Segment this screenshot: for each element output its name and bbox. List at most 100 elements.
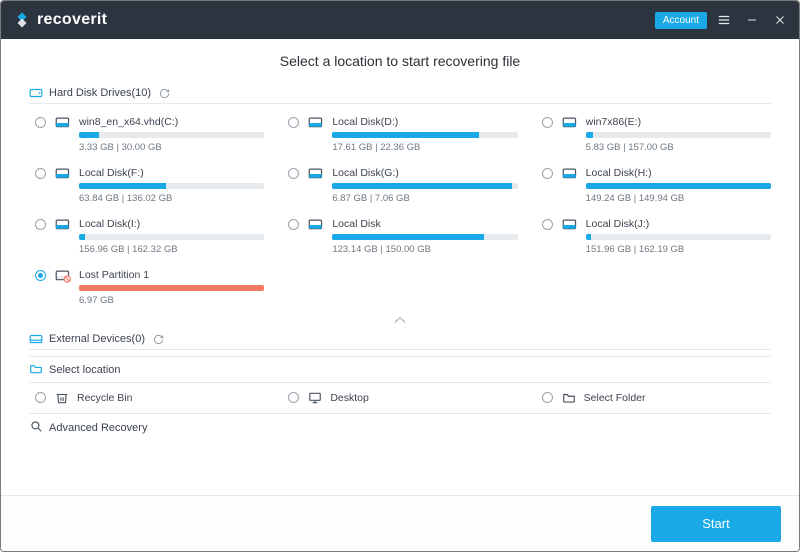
disk-icon	[562, 167, 578, 181]
drive-name: Local Disk	[332, 218, 517, 230]
drive-name: Local Disk(J:)	[586, 218, 771, 230]
app-window: recoverit Account Select a location to s…	[0, 0, 800, 552]
disk-icon	[308, 116, 324, 130]
window-controls	[717, 13, 787, 27]
drive-body: Local Disk(D:)17.61 GB | 22.36 GB	[332, 116, 517, 153]
drive-item[interactable]: Local Disk 123.14 GB | 150.00 GB	[282, 216, 517, 257]
drive-radio[interactable]	[35, 117, 46, 128]
usage-bar	[586, 132, 771, 138]
footer: Start	[1, 495, 799, 551]
close-icon[interactable]	[773, 13, 787, 27]
drive-name: Local Disk(H:)	[586, 167, 771, 179]
usage-bar	[79, 234, 264, 240]
usage-bar	[79, 285, 264, 291]
disk-icon	[55, 167, 71, 181]
disk-icon	[308, 167, 324, 181]
recycle-bin-icon	[55, 391, 69, 405]
drive-radio[interactable]	[542, 168, 553, 179]
drive-body: Local Disk(H:) 149.24 GB | 149.94 GB	[586, 167, 771, 204]
drive-body: Local Disk(G:) 6.87 GB | 7.06 GB	[332, 167, 517, 204]
select-location-item[interactable]: Select Folder	[536, 391, 771, 405]
drive-item[interactable]: Local Disk(D:)17.61 GB | 22.36 GB	[282, 114, 517, 155]
drive-radio[interactable]	[288, 219, 299, 230]
drives-grid: win8_en_x64.vhd(C:) 3.33 GB | 30.00 GB Loc…	[29, 114, 771, 308]
menu-icon[interactable]	[717, 13, 731, 27]
disk-icon	[55, 218, 71, 232]
section-label: Advanced Recovery	[49, 422, 147, 434]
app-logo: recoverit	[13, 11, 107, 29]
start-button[interactable]: Start	[651, 506, 781, 542]
drive-size: 123.14 GB | 150.00 GB	[332, 244, 517, 255]
drive-radio[interactable]	[288, 168, 299, 179]
usage-bar	[586, 234, 771, 240]
drive-item[interactable]: Lost Partition 16.97 GB	[29, 267, 264, 308]
folder-open-icon	[29, 362, 43, 377]
drive-body: Local Disk(F:) 63.84 GB | 136.02 GB	[79, 167, 264, 204]
usage-bar	[332, 132, 517, 138]
titlebar: recoverit Account	[1, 1, 799, 39]
drive-body: Local Disk 123.14 GB | 150.00 GB	[332, 218, 517, 255]
drive-item[interactable]: Local Disk(H:) 149.24 GB | 149.94 GB	[536, 165, 771, 206]
drive-name: win8_en_x64.vhd(C:)	[79, 116, 264, 128]
drive-item[interactable]: Local Disk(G:) 6.87 GB | 7.06 GB	[282, 165, 517, 206]
usage-bar	[79, 183, 264, 189]
drive-body: Local Disk(I:) 156.96 GB | 162.32 GB	[79, 218, 264, 255]
minimize-icon[interactable]	[745, 13, 759, 27]
drive-size: 63.84 GB | 136.02 GB	[79, 193, 264, 204]
drive-item[interactable]: Local Disk(I:) 156.96 GB | 162.32 GB	[29, 216, 264, 257]
usage-bar	[79, 132, 264, 138]
drive-size: 5.83 GB | 157.00 GB	[586, 142, 771, 153]
collapse-caret-icon[interactable]	[29, 314, 771, 329]
section-advanced-recovery[interactable]: Advanced Recovery	[29, 413, 771, 441]
drive-radio[interactable]	[35, 168, 46, 179]
refresh-icon[interactable]	[159, 88, 170, 99]
drive-size: 149.24 GB | 149.94 GB	[586, 193, 771, 204]
drive-body: Lost Partition 16.97 GB	[79, 269, 264, 306]
select-location-item[interactable]: Desktop	[282, 391, 517, 405]
usage-bar	[332, 183, 517, 189]
drive-item[interactable]: win8_en_x64.vhd(C:) 3.33 GB | 30.00 GB	[29, 114, 264, 155]
location-label: Recycle Bin	[77, 392, 132, 404]
drive-item[interactable]: win7x86(E:) 5.83 GB | 157.00 GB	[536, 114, 771, 155]
section-label: Hard Disk Drives(10)	[49, 87, 151, 99]
account-button[interactable]: Account	[655, 12, 707, 29]
location-radio[interactable]	[35, 392, 46, 403]
location-radio[interactable]	[542, 392, 553, 403]
disk-icon	[562, 218, 578, 232]
usage-bar	[586, 183, 771, 189]
section-label: Select location	[49, 364, 121, 376]
section-label: External Devices(0)	[49, 333, 145, 345]
drive-size: 156.96 GB | 162.32 GB	[79, 244, 264, 255]
section-select-location: Select location	[29, 356, 771, 383]
logo-text: recoverit	[37, 11, 107, 29]
drive-radio[interactable]	[542, 219, 553, 230]
drive-name: Local Disk(F:)	[79, 167, 264, 179]
drive-body: Local Disk(J:) 151.96 GB | 162.19 GB	[586, 218, 771, 255]
select-location-row: Recycle Bin Desktop Select Folder	[29, 383, 771, 409]
location-label: Select Folder	[584, 392, 646, 404]
drive-name: Local Disk(G:)	[332, 167, 517, 179]
drive-name: Lost Partition 1	[79, 269, 264, 281]
drive-radio[interactable]	[288, 117, 299, 128]
drive-name: Local Disk(I:)	[79, 218, 264, 230]
logo-icon	[13, 11, 31, 29]
drive-item[interactable]: Local Disk(J:) 151.96 GB | 162.19 GB	[536, 216, 771, 257]
usage-bar	[332, 234, 517, 240]
disk-icon	[55, 116, 71, 130]
refresh-icon[interactable]	[153, 334, 164, 345]
drive-radio[interactable]	[542, 117, 553, 128]
drive-size: 151.96 GB | 162.19 GB	[586, 244, 771, 255]
drive-name: win7x86(E:)	[586, 116, 771, 128]
drive-radio[interactable]	[35, 219, 46, 230]
section-hard-disk-drives: Hard Disk Drives(10)	[29, 83, 771, 104]
disk-icon	[308, 218, 324, 232]
drive-size: 6.87 GB | 7.06 GB	[332, 193, 517, 204]
drive-size: 3.33 GB | 30.00 GB	[79, 142, 264, 153]
location-radio[interactable]	[288, 392, 299, 403]
drive-radio[interactable]	[35, 270, 46, 281]
drive-item[interactable]: Local Disk(F:) 63.84 GB | 136.02 GB	[29, 165, 264, 206]
location-label: Desktop	[330, 392, 369, 404]
main-content: Select a location to start recovering fi…	[1, 39, 799, 495]
select-location-item[interactable]: Recycle Bin	[29, 391, 264, 405]
lost-partition-icon	[55, 269, 71, 283]
